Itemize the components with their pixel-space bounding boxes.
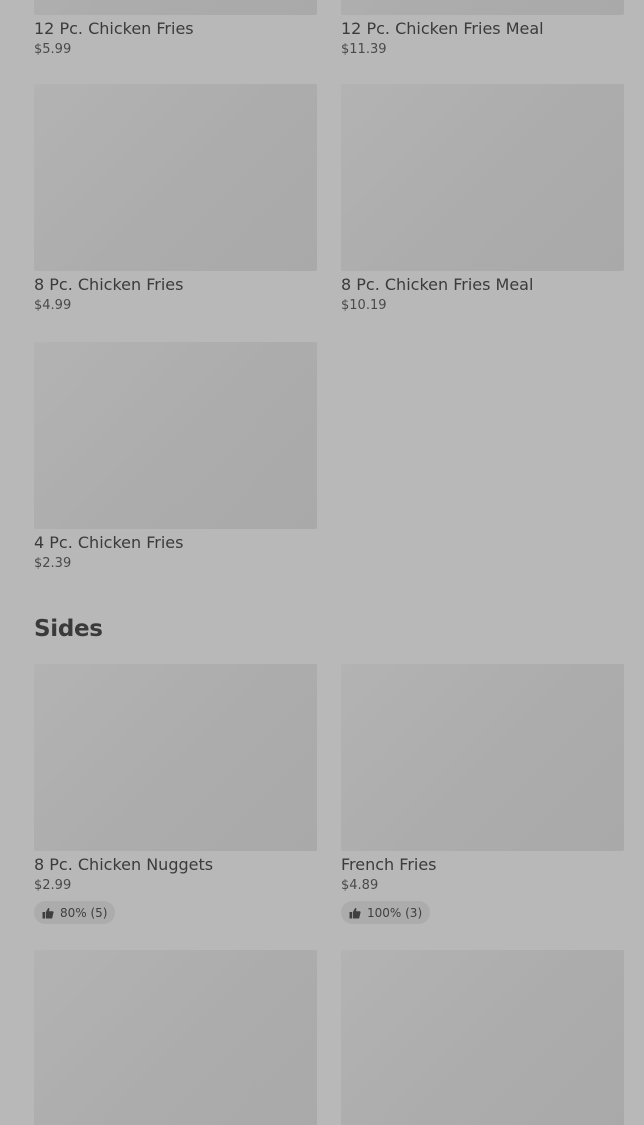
menu-item-price: $5.99 [34, 42, 72, 57]
menu-item-name: 4 Pc. Chicken Fries [34, 533, 184, 552]
menu-item-price: $4.99 [34, 298, 72, 313]
menu-page: 12 Pc. Chicken Fries $5.99 12 Pc. Chicke… [0, 0, 644, 1125]
menu-item-image[interactable] [34, 664, 317, 851]
menu-item-price: $4.89 [341, 878, 379, 893]
menu-item-card[interactable]: 8 Pc. Chicken Fries $4.99 [34, 84, 317, 314]
rating-badge: 100% (3) [341, 901, 431, 924]
rating-text: 100% (3) [367, 905, 423, 920]
rating-text: 80% (5) [60, 905, 108, 920]
menu-item-name: 8 Pc. Chicken Nuggets [34, 855, 214, 874]
menu-item-card[interactable]: 12 Pc. Chicken Fries $5.99 [34, 0, 317, 58]
menu-item-name: 12 Pc. Chicken Fries [34, 19, 194, 38]
menu-item-price: $11.39 [341, 42, 387, 57]
menu-item-image[interactable] [341, 664, 624, 851]
menu-item-card[interactable]: French Fries $4.89 100% (3) [341, 664, 624, 924]
menu-item-image[interactable] [341, 84, 624, 271]
menu-item-card[interactable]: 12 Pc. Chicken Fries Meal $11.39 [341, 0, 624, 58]
section-title-sides: Sides [34, 616, 103, 642]
thumbs-up-icon [42, 907, 54, 919]
menu-item-image[interactable] [34, 342, 317, 529]
menu-item-card[interactable]: 8 Pc. Chicken Fries Meal $10.19 [341, 84, 624, 314]
menu-item-image[interactable] [34, 84, 317, 271]
rating-badge: 80% (5) [34, 901, 116, 924]
menu-item-image[interactable] [341, 0, 624, 15]
menu-item-price: $2.99 [34, 878, 72, 893]
menu-item-image[interactable] [34, 950, 317, 1125]
menu-item-name: French Fries [341, 855, 437, 874]
menu-item-card[interactable]: 8 Pc. Chicken Nuggets $2.99 80% (5) [34, 664, 317, 924]
menu-item-card[interactable]: 4 Pc. Chicken Fries $2.39 [34, 342, 317, 572]
menu-item-card[interactable] [341, 950, 624, 1125]
menu-item-name: 8 Pc. Chicken Fries Meal [341, 275, 534, 294]
menu-item-name: 12 Pc. Chicken Fries Meal [341, 19, 544, 38]
menu-item-name: 8 Pc. Chicken Fries [34, 275, 184, 294]
menu-item-image[interactable] [341, 950, 624, 1125]
menu-item-price: $2.39 [34, 556, 72, 571]
menu-item-image[interactable] [34, 0, 317, 15]
thumbs-up-icon [349, 907, 361, 919]
menu-item-card[interactable] [34, 950, 317, 1125]
menu-item-price: $10.19 [341, 298, 387, 313]
